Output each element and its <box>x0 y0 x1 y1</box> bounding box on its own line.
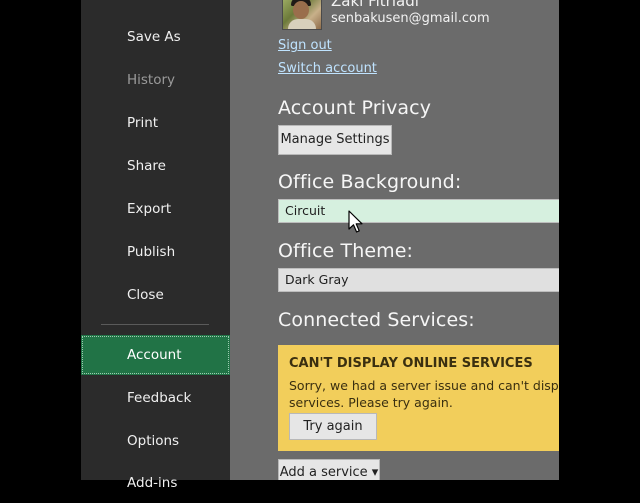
office-background-title: Office Background: <box>278 171 462 193</box>
nav-feedback[interactable]: Feedback <box>81 378 230 418</box>
account-privacy-title: Account Privacy <box>278 97 432 119</box>
office-theme-select[interactable]: Dark Gray <box>278 268 559 292</box>
user-email: senbakusen@gmail.com <box>331 11 490 26</box>
office-background-select[interactable]: Circuit <box>278 199 559 223</box>
avatar-body <box>288 19 316 29</box>
backstage-nav: Save As History Print Share Export Publi… <box>81 0 230 491</box>
office-theme-title: Office Theme: <box>278 240 414 262</box>
nav-options[interactable]: Options <box>81 421 230 461</box>
nav-publish[interactable]: Publish <box>81 232 230 272</box>
nav-close[interactable]: Close <box>81 275 230 315</box>
nav-save-as[interactable]: Save As <box>81 17 230 57</box>
manage-settings-button[interactable]: Manage Settings <box>278 125 392 155</box>
nav-print[interactable]: Print <box>81 103 230 143</box>
nav-history: History <box>127 72 176 88</box>
nav-share[interactable]: Share <box>81 146 230 186</box>
nav-add-ins[interactable]: Add-ins <box>81 463 230 503</box>
services-warning: CAN'T DISPLAY ONLINE SERVICES Sorry, we … <box>278 345 559 451</box>
try-again-button[interactable]: Try again <box>289 413 377 440</box>
mouse-cursor-icon <box>348 210 363 233</box>
sign-out-link[interactable]: Sign out <box>278 38 332 53</box>
user-avatar <box>282 0 322 30</box>
user-name: Zaki Fitriadi <box>331 0 419 10</box>
avatar-face <box>293 1 309 19</box>
add-service-button[interactable]: Add a service ▾ <box>278 459 380 480</box>
nav-export[interactable]: Export <box>81 189 230 229</box>
account-panel: Zaki Fitriadi senbakusen@gmail.com Sign … <box>230 0 559 480</box>
nav-separator <box>101 324 209 325</box>
connected-services-title: Connected Services: <box>278 309 475 331</box>
nav-account[interactable]: Account <box>81 335 230 375</box>
switch-account-link[interactable]: Switch account <box>278 61 377 76</box>
warning-line-2: services. Please try again. <box>289 395 453 410</box>
warning-title: CAN'T DISPLAY ONLINE SERVICES <box>289 356 533 371</box>
warning-line-1: Sorry, we had a server issue and can't d… <box>289 378 559 393</box>
warning-message: Sorry, we had a server issue and can't d… <box>289 377 559 411</box>
